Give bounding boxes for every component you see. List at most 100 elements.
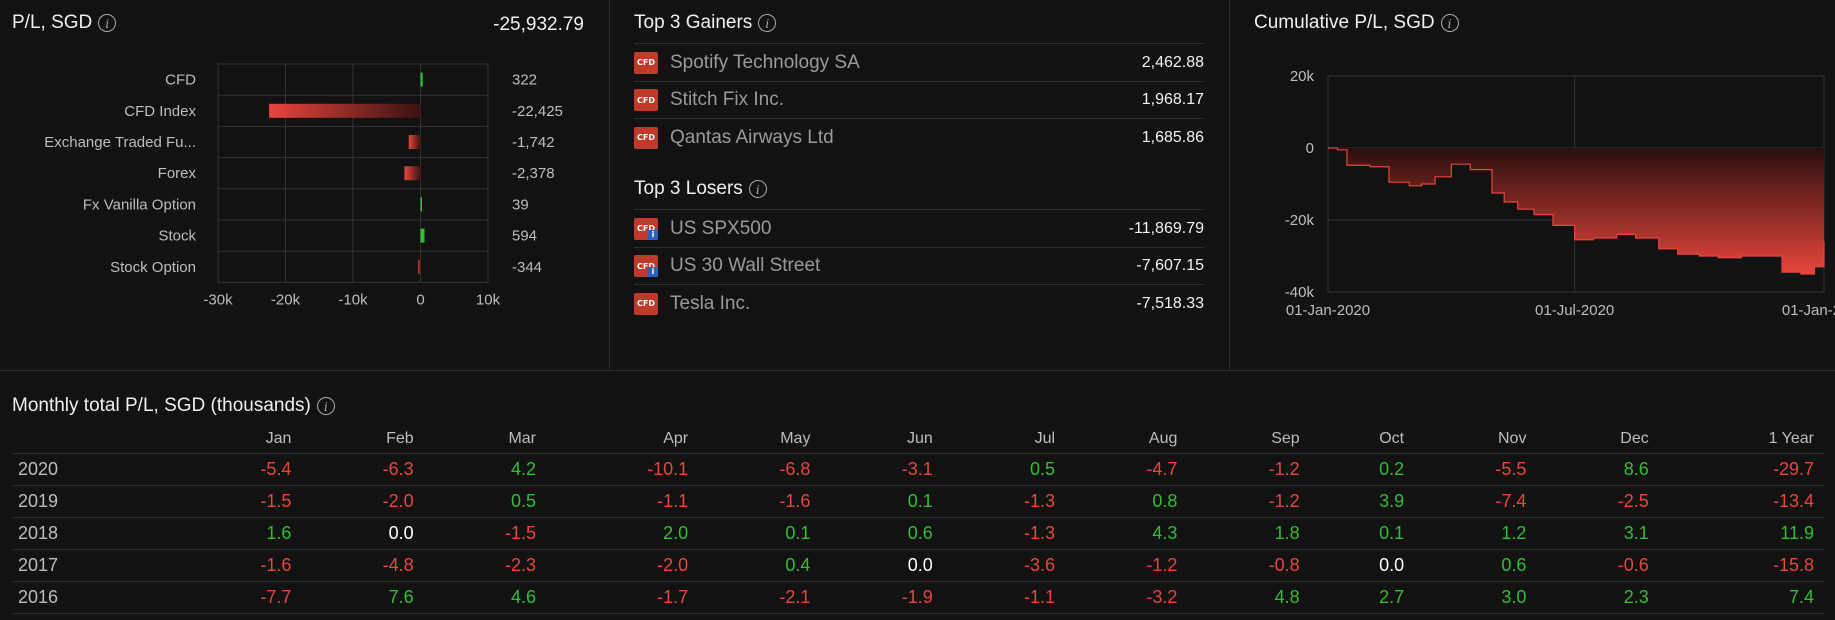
list-item[interactable]: CFD Tesla Inc. -7,518.33 bbox=[634, 284, 1204, 322]
value-cell: -1.5 bbox=[179, 485, 302, 518]
instrument-name[interactable]: Spotify Technology SA bbox=[670, 52, 1142, 74]
losers-title-text: Top 3 Losers bbox=[634, 178, 743, 199]
value-cell: 4.2 bbox=[423, 453, 547, 486]
value-cell: -1.1 bbox=[942, 581, 1066, 614]
monthly-title: Monthly total P/L, SGD (thousands) i bbox=[12, 395, 335, 417]
value-cell: 0.1 bbox=[820, 485, 943, 518]
bar[interactable] bbox=[420, 197, 423, 212]
column-header: Aug bbox=[1065, 425, 1188, 454]
value-cell: 2.0 bbox=[546, 517, 699, 550]
bar[interactable] bbox=[269, 103, 421, 118]
value-cell: -2.1 bbox=[698, 581, 821, 614]
bar[interactable] bbox=[420, 228, 425, 243]
column-header: Mar bbox=[423, 425, 547, 454]
value-cell: 2.7 bbox=[1309, 581, 1415, 614]
bar[interactable] bbox=[404, 166, 421, 181]
value-cell: -2.5 bbox=[1536, 485, 1659, 518]
bar[interactable] bbox=[418, 259, 421, 274]
list-item[interactable]: CFD US 30 Wall Street-7,607.15 bbox=[634, 246, 1204, 285]
cfd-icon: CFD bbox=[634, 89, 658, 111]
value-cell: -5.4 bbox=[179, 453, 302, 486]
value-cell: 0.0 bbox=[820, 549, 943, 582]
value-cell: 4.3 bbox=[1065, 517, 1188, 550]
gainers-title: Top 3 Gainers i bbox=[634, 12, 777, 34]
value-cell: -2.0 bbox=[301, 485, 424, 518]
instrument-pl: -7,607.15 bbox=[1136, 257, 1204, 274]
y-tick-label: -20k bbox=[1285, 212, 1315, 229]
value-cell: -13.4 bbox=[1658, 485, 1824, 518]
value-cell: 0.1 bbox=[698, 517, 821, 550]
value-cell: -1.6 bbox=[179, 549, 302, 582]
list-item[interactable]: CFD Spotify Technology SA 2,462.88 bbox=[634, 43, 1204, 81]
value-cell: 0.2 bbox=[1309, 453, 1415, 486]
x-tick-label: -10k bbox=[338, 291, 368, 308]
instrument-pl: -7,518.33 bbox=[1136, 294, 1204, 312]
list-item[interactable]: CFD Stitch Fix Inc. 1,968.17 bbox=[634, 80, 1204, 119]
value-cell: -6.3 bbox=[301, 453, 424, 486]
value-cell: -29.7 bbox=[1658, 453, 1824, 486]
column-header: May bbox=[698, 425, 821, 454]
value-cell: -3.1 bbox=[820, 453, 943, 486]
value-cell: 1.2 bbox=[1414, 517, 1537, 550]
instrument-name[interactable]: US 30 Wall Street bbox=[670, 255, 1136, 277]
instrument-name[interactable]: Qantas Airways Ltd bbox=[670, 127, 1142, 149]
value-cell: 0.6 bbox=[1414, 549, 1537, 582]
pl-title-text: P/L, SGD bbox=[12, 12, 93, 33]
value-cell: 0.0 bbox=[1309, 549, 1415, 582]
cumulative-area[interactable] bbox=[1328, 148, 1824, 274]
bar[interactable] bbox=[408, 135, 421, 149]
info-icon[interactable]: i bbox=[1440, 14, 1459, 32]
value-cell: -1.3 bbox=[942, 517, 1066, 550]
info-icon[interactable]: i bbox=[758, 14, 777, 32]
bar[interactable] bbox=[420, 72, 423, 87]
value-cell: 0.5 bbox=[942, 453, 1066, 486]
instrument-name[interactable]: Stitch Fix Inc. bbox=[670, 89, 1142, 111]
value-cell: -2.3 bbox=[423, 549, 547, 582]
table-row: 2016 -7.7 7.6 4.6 -1.7 -2.1 -1.9 -1.1 -3.2 4.8 2.7… bbox=[12, 581, 1824, 614]
instrument-name[interactable]: Tesla Inc. bbox=[670, 293, 1136, 315]
value-cell: 8.6 bbox=[1536, 453, 1659, 486]
column-header: Apr bbox=[546, 425, 699, 454]
x-tick-label: 01-Jan-2020 bbox=[1286, 302, 1370, 319]
info-icon[interactable]: i bbox=[748, 180, 767, 198]
table-row: 2018 1.6 0.0 -1.5 2.0 0.1 0.6 -1.3 4.3 1.8 0.1 1.2 3… bbox=[12, 517, 1824, 550]
year-cell: 2016 bbox=[12, 581, 180, 614]
pl-panel: P/L, SGD i -25,932.79 -30k -20k -10k 0 10k CF… bbox=[0, 0, 608, 370]
list-item[interactable]: CFD Qantas Airways Ltd 1,685.86 bbox=[634, 118, 1204, 156]
section-divider bbox=[0, 370, 1835, 371]
value-cell: 2.3 bbox=[1536, 581, 1659, 614]
cumulative-title-text: Cumulative P/L, SGD bbox=[1254, 12, 1435, 33]
cumulative-panel: Cumulative P/L, SGD i 20k 0 -20k -40k 01-Jan… bbox=[1229, 0, 1835, 370]
gainers-title-text: Top 3 Gainers bbox=[634, 12, 753, 33]
year-cell: 2019 bbox=[12, 485, 180, 518]
info-icon[interactable]: i bbox=[316, 397, 335, 415]
value-cell: 0.4 bbox=[698, 549, 821, 582]
cfd-icon: CFD bbox=[634, 292, 658, 315]
value-cell: 0.8 bbox=[1065, 485, 1188, 518]
pl-bar-svg: -30k -20k -10k 0 10k CFD 322 CFD Index -22,425 Ex… bbox=[44, 63, 563, 308]
y-tick-label: -40k bbox=[1285, 284, 1315, 301]
value-cell: 4.6 bbox=[423, 581, 547, 614]
value-cell: 1.8 bbox=[1187, 517, 1310, 550]
x-tick-label: 0 bbox=[416, 291, 424, 308]
year-cell: 2018 bbox=[12, 517, 180, 550]
table-row: 2019 -1.5 -2.0 0.5 -1.1 -1.6 0.1 -1.3 0.8 -1.2 3.9… bbox=[12, 485, 1824, 518]
value-cell: -2.0 bbox=[546, 549, 699, 582]
bar-value-label: 322 bbox=[512, 72, 537, 89]
cfd-icon: CFD bbox=[634, 217, 658, 240]
x-tick-label: -30k bbox=[203, 291, 233, 308]
value-cell: 3.1 bbox=[1536, 517, 1659, 550]
value-cell: -4.7 bbox=[1065, 453, 1188, 486]
list-item[interactable]: CFD US SPX500-11,869.79 bbox=[634, 209, 1204, 247]
info-icon[interactable]: i bbox=[98, 14, 117, 32]
column-header: Jun bbox=[820, 425, 943, 454]
value-cell: -0.8 bbox=[1187, 549, 1310, 582]
value-cell: 7.4 bbox=[1658, 581, 1824, 614]
instrument-name[interactable]: US SPX500 bbox=[670, 218, 1129, 240]
year-cell: 2017 bbox=[12, 549, 180, 582]
value-cell: -1.5 bbox=[423, 517, 547, 550]
value-cell: -6.8 bbox=[698, 453, 821, 486]
category-label: CFD bbox=[165, 72, 196, 89]
table-header-row: Jan Feb Mar Apr May Jun Jul Aug Sep Oct Nov Dec 1 Ye… bbox=[12, 425, 1824, 454]
bar-value-label: 594 bbox=[512, 228, 537, 245]
